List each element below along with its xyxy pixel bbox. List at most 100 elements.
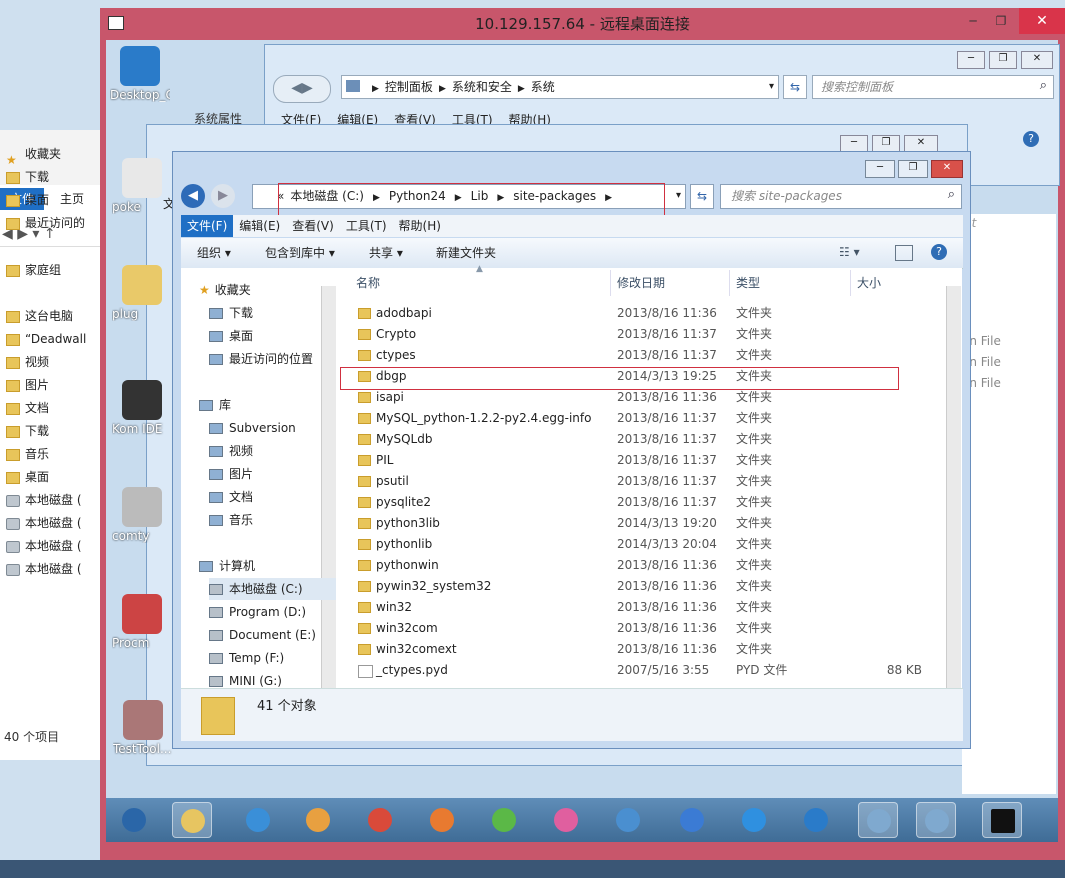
cp-breadcrumb[interactable]: ▶ 控制面板 ▶ 系统和安全 ▶ 系统 bbox=[366, 76, 555, 100]
table-row[interactable]: pysqlite2 2013/8/16 11:37 文件夹 bbox=[336, 492, 936, 513]
nav-item[interactable]: Temp (F:) bbox=[209, 647, 349, 669]
search-icon[interactable]: ⌕ bbox=[948, 187, 955, 202]
table-row[interactable]: MySQLdb 2013/8/16 11:37 文件夹 bbox=[336, 429, 936, 450]
host-nav-item[interactable]: 家庭组 bbox=[0, 259, 100, 281]
360-icon[interactable] bbox=[484, 802, 524, 838]
app-icon[interactable] bbox=[672, 802, 712, 838]
explorer-restore-button[interactable]: ❐ bbox=[898, 160, 928, 178]
column-header[interactable]: 名称 bbox=[356, 268, 380, 298]
breadcrumb-item[interactable]: 控制面板 bbox=[385, 80, 433, 94]
nav-item[interactable]: 最近访问的位置 bbox=[209, 348, 349, 370]
desktop-shortcut[interactable]: TestTool... bbox=[113, 700, 173, 756]
nav-item[interactable]: 图片 bbox=[209, 463, 349, 485]
explorer-menu-item[interactable]: 编辑(E) bbox=[233, 215, 286, 237]
sogou-icon[interactable] bbox=[796, 802, 836, 838]
table-row[interactable]: MySQL_python-1.2.2-py2.4.egg-info 2013/8/… bbox=[336, 408, 936, 429]
table-row[interactable]: psutil 2013/8/16 11:37 文件夹 bbox=[336, 471, 936, 492]
cp-help-icon[interactable]: ? bbox=[1023, 131, 1039, 147]
explorer-icon[interactable] bbox=[172, 802, 212, 838]
nav-item[interactable]: Program (D:) bbox=[209, 601, 349, 623]
table-row[interactable]: win32com 2013/8/16 11:36 文件夹 bbox=[336, 618, 936, 639]
chevron-down-icon[interactable]: ▾ bbox=[769, 76, 774, 98]
host-nav-item[interactable]: ★ 收藏夹 bbox=[0, 143, 100, 165]
toolbar-button[interactable]: 组织 ▾ bbox=[197, 238, 231, 268]
host-nav-item[interactable]: 下载 bbox=[0, 166, 100, 188]
cp-refresh-button[interactable]: ⇆ bbox=[783, 75, 807, 99]
help-icon[interactable]: ? bbox=[931, 244, 947, 260]
column-header[interactable]: 修改日期 bbox=[617, 268, 665, 298]
table-row[interactable]: adodbapi 2013/8/16 11:36 文件夹 bbox=[336, 303, 936, 324]
host-nav-item[interactable]: 文档 bbox=[0, 397, 100, 419]
preview-pane-icon[interactable] bbox=[895, 245, 913, 261]
explorer-menu-item[interactable]: 查看(V) bbox=[286, 215, 340, 237]
cp-minimize-button[interactable]: ─ bbox=[957, 51, 985, 69]
pinwheel-icon[interactable] bbox=[546, 802, 586, 838]
desktop-shortcut[interactable]: comty bbox=[112, 487, 172, 543]
toolbar-button[interactable]: 共享 ▾ bbox=[369, 238, 403, 268]
start-icon[interactable] bbox=[114, 802, 154, 838]
view-options-icon[interactable]: ☷ ▾ bbox=[839, 245, 860, 259]
host-nav-item[interactable]: 下载 bbox=[0, 420, 100, 442]
nav-item[interactable]: Subversion bbox=[209, 417, 349, 439]
nav-item[interactable]: 文档 bbox=[209, 486, 349, 508]
table-row[interactable]: pythonwin 2013/8/16 11:36 文件夹 bbox=[336, 555, 936, 576]
desktop-shortcut[interactable]: Procm bbox=[112, 594, 172, 650]
nav-item[interactable]: 桌面 bbox=[209, 325, 349, 347]
host-nav-item[interactable]: 音乐 bbox=[0, 443, 100, 465]
app-icon[interactable] bbox=[734, 802, 774, 838]
desktop-shortcut[interactable]: Kom IDE bbox=[112, 380, 172, 436]
host-nav-item[interactable]: 最近访问的 bbox=[0, 212, 100, 234]
monitor-icon[interactable] bbox=[916, 802, 956, 838]
explorer-menu-item[interactable]: 工具(T) bbox=[340, 215, 393, 237]
nav-item[interactable]: 下载 bbox=[209, 302, 349, 324]
rdp-restore-button[interactable]: ❐ bbox=[987, 8, 1015, 34]
nav-item[interactable]: 视频 bbox=[209, 440, 349, 462]
search-icon[interactable]: ⌕ bbox=[1040, 78, 1047, 93]
explorer-search-input[interactable]: 搜索 site-packages ⌕ bbox=[720, 184, 962, 209]
explorer-close-button[interactable]: ✕ bbox=[931, 160, 963, 178]
back-button[interactable]: ◀ bbox=[181, 184, 205, 208]
host-nav-item[interactable]: 桌面 bbox=[0, 466, 100, 488]
column-header[interactable]: 大小 bbox=[857, 268, 881, 298]
cmd-icon[interactable] bbox=[982, 802, 1022, 838]
nav-item[interactable]: 本地磁盘 (C:) bbox=[209, 578, 349, 600]
table-row[interactable]: win32 2013/8/16 11:36 文件夹 bbox=[336, 597, 936, 618]
host-nav-item[interactable]: 本地磁盘 ( bbox=[0, 535, 100, 557]
table-row[interactable]: Crypto 2013/8/16 11:37 文件夹 bbox=[336, 324, 936, 345]
nav-item[interactable]: Document (E:) bbox=[209, 624, 349, 646]
host-nav-item[interactable]: 桌面 bbox=[0, 189, 100, 211]
cp-address-bar[interactable]: ▶ 控制面板 ▶ 系统和安全 ▶ 系统 ▾ bbox=[341, 75, 779, 99]
nav-item[interactable]: 音乐 bbox=[209, 509, 349, 531]
desktop-shortcut[interactable]: Desktop_C... bbox=[110, 46, 170, 102]
table-row[interactable]: win32comext 2013/8/16 11:36 文件夹 bbox=[336, 639, 936, 660]
nav-item[interactable]: 计算机 bbox=[199, 555, 339, 577]
cp-back-forward-buttons[interactable]: ◀▶ bbox=[273, 75, 331, 103]
host-nav-item[interactable]: 本地磁盘 ( bbox=[0, 512, 100, 534]
rdp-minimize-button[interactable]: ─ bbox=[955, 8, 991, 34]
app-icon[interactable] bbox=[422, 802, 462, 838]
host-nav-item[interactable]: “Deadwall bbox=[0, 328, 100, 350]
host-nav-item[interactable]: 这台电脑 bbox=[0, 305, 100, 327]
ie-icon[interactable] bbox=[238, 802, 278, 838]
table-row[interactable]: pywin32_system32 2013/8/16 11:36 文件夹 bbox=[336, 576, 936, 597]
network-icon[interactable] bbox=[858, 802, 898, 838]
forward-button[interactable]: ▶ bbox=[211, 184, 235, 208]
table-row[interactable]: _ctypes.pyd 2007/5/16 3:55 PYD 文件 88 KB bbox=[336, 660, 936, 681]
host-nav-item[interactable]: 本地磁盘 ( bbox=[0, 489, 100, 511]
desktop-shortcut[interactable]: plug bbox=[112, 265, 172, 321]
rdp-close-button[interactable]: ✕ bbox=[1019, 8, 1065, 34]
table-row[interactable]: isapi 2013/8/16 11:36 文件夹 bbox=[336, 387, 936, 408]
explorer-menu-item[interactable]: 帮助(H) bbox=[393, 215, 447, 237]
media-icon[interactable] bbox=[298, 802, 338, 838]
explorer-minimize-button[interactable]: ─ bbox=[865, 160, 895, 178]
cp-search-input[interactable]: 搜索控制面板 ⌕ bbox=[812, 75, 1054, 99]
cp-close-button[interactable]: ✕ bbox=[1021, 51, 1053, 69]
cp-restore-button[interactable]: ❐ bbox=[989, 51, 1017, 69]
breadcrumb-item[interactable]: 系统和安全 bbox=[452, 80, 512, 94]
list-scrollbar[interactable] bbox=[946, 286, 961, 688]
nav-item[interactable]: 库 bbox=[199, 394, 339, 416]
breadcrumb-item[interactable]: 系统 bbox=[531, 80, 555, 94]
globe-icon[interactable] bbox=[608, 802, 648, 838]
chevron-down-icon[interactable]: ▾ bbox=[676, 185, 681, 207]
host-nav-item[interactable]: 视频 bbox=[0, 351, 100, 373]
